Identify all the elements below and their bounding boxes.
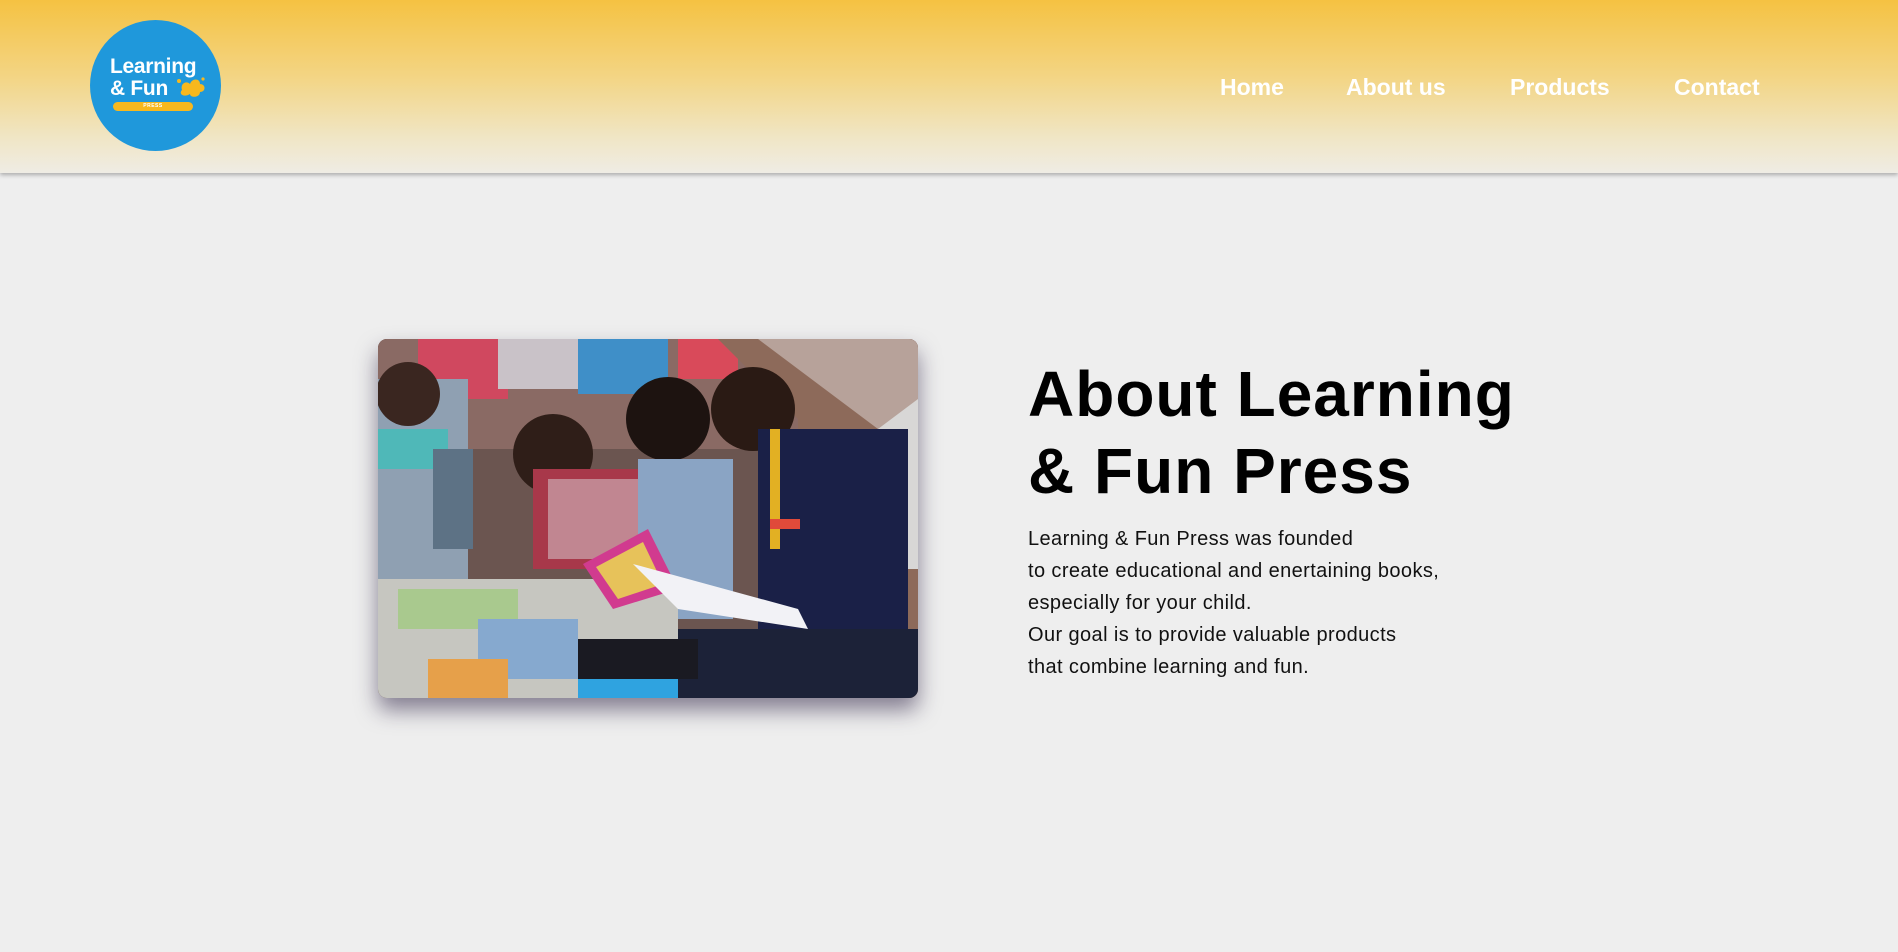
- logo-tagline: PRESS: [113, 102, 193, 111]
- about-description: Learning & Fun Press was founded to crea…: [1028, 523, 1439, 683]
- description-line: to create educational and enertaining bo…: [1028, 560, 1440, 582]
- page-title-line2: & Fun Press: [1028, 435, 1413, 507]
- site-header: Learning & Fun PRESS Home About us Produ…: [0, 0, 1898, 173]
- description-line: especially for your child.: [1028, 592, 1252, 614]
- nav-products-link[interactable]: Products: [1510, 72, 1610, 102]
- page-title: About Learning & Fun Press: [1028, 356, 1588, 510]
- main-nav: Home About us Products Contact: [0, 72, 1898, 102]
- photo-illustration: [378, 339, 918, 698]
- description-line: Our goal is to provide valuable products: [1028, 624, 1397, 646]
- nav-home-link[interactable]: Home: [1220, 72, 1284, 102]
- children-reading-photo: [378, 339, 918, 698]
- page-title-line1: About Learning: [1028, 358, 1515, 430]
- description-line: Learning & Fun Press was founded: [1028, 528, 1354, 550]
- nav-about-link[interactable]: About us: [1346, 72, 1446, 102]
- description-line: that combine learning and fun.: [1028, 656, 1310, 678]
- nav-contact-link[interactable]: Contact: [1674, 72, 1760, 102]
